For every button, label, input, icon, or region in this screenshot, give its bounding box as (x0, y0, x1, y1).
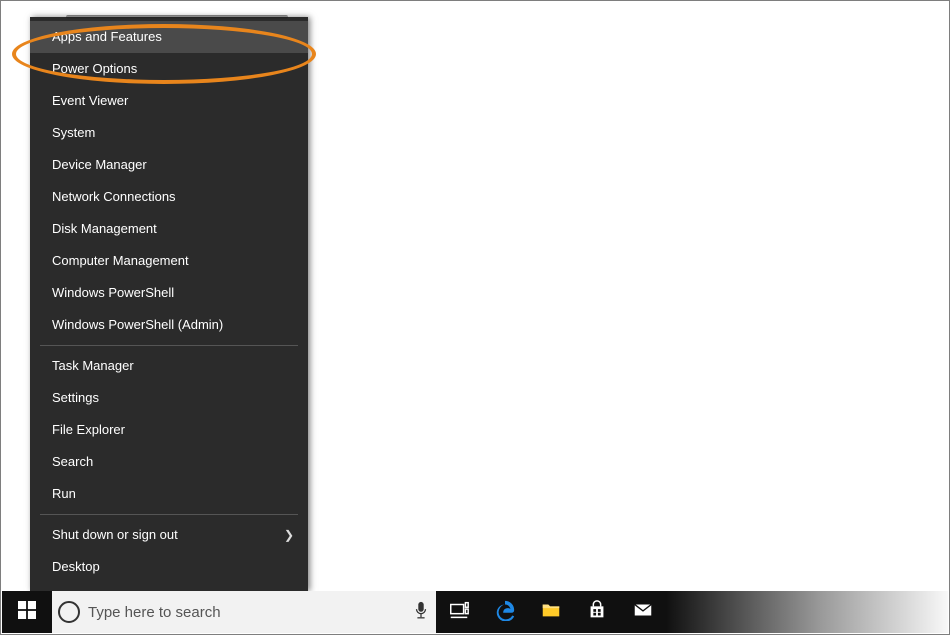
menu-item-label: Windows PowerShell (Admin) (52, 317, 223, 332)
task-view-icon (448, 599, 470, 626)
menu-item-label: Event Viewer (52, 93, 128, 108)
menu-item-apps-and-features[interactable]: Apps and Features (30, 21, 308, 53)
taskbar-pinned-apps (436, 591, 666, 633)
edge-icon (494, 599, 516, 626)
menu-separator (40, 514, 298, 515)
menu-item-label: Power Options (52, 61, 137, 76)
menu-item-disk-management[interactable]: Disk Management (30, 213, 308, 245)
menu-item-task-manager[interactable]: Task Manager (30, 350, 308, 382)
menu-top-shadow (66, 15, 288, 19)
folder-icon (540, 599, 562, 626)
menu-item-network-connections[interactable]: Network Connections (30, 181, 308, 213)
menu-item-event-viewer[interactable]: Event Viewer (30, 85, 308, 117)
chevron-right-icon: ❯ (284, 519, 294, 551)
menu-item-label: Computer Management (52, 253, 189, 268)
menu-item-search[interactable]: Search (30, 446, 308, 478)
menu-item-windows-powershell[interactable]: Windows PowerShell (30, 277, 308, 309)
microphone-icon[interactable] (414, 601, 428, 624)
task-view-button[interactable] (436, 591, 482, 633)
menu-item-label: Network Connections (52, 189, 176, 204)
menu-item-settings[interactable]: Settings (30, 382, 308, 414)
menu-item-windows-powershell-admin[interactable]: Windows PowerShell (Admin) (30, 309, 308, 341)
menu-item-label: Disk Management (52, 221, 157, 236)
cortana-icon (58, 601, 80, 623)
taskbar-fade (666, 591, 948, 633)
menu-item-shut-down-or-sign-out[interactable]: Shut down or sign out ❯ (30, 519, 308, 551)
menu-item-file-explorer[interactable]: File Explorer (30, 414, 308, 446)
mail-button[interactable] (620, 591, 666, 633)
menu-item-label: System (52, 125, 95, 140)
store-button[interactable] (574, 591, 620, 633)
menu-item-power-options[interactable]: Power Options (30, 53, 308, 85)
mail-icon (632, 599, 654, 626)
taskbar: Type here to search (2, 591, 948, 633)
menu-item-label: Task Manager (52, 358, 134, 373)
menu-item-desktop[interactable]: Desktop (30, 551, 308, 583)
start-button[interactable] (2, 591, 52, 633)
search-placeholder-text: Type here to search (88, 604, 406, 621)
menu-item-label: Device Manager (52, 157, 147, 172)
menu-item-label: File Explorer (52, 422, 125, 437)
menu-item-label: Search (52, 454, 93, 469)
winx-menu: Apps and Features Power Options Event Vi… (30, 17, 308, 591)
menu-item-label: Desktop (52, 559, 100, 574)
menu-item-label: Windows PowerShell (52, 285, 174, 300)
menu-item-device-manager[interactable]: Device Manager (30, 149, 308, 181)
menu-separator (40, 345, 298, 346)
menu-item-computer-management[interactable]: Computer Management (30, 245, 308, 277)
store-icon (586, 599, 608, 626)
menu-item-run[interactable]: Run (30, 478, 308, 510)
taskbar-search-box[interactable]: Type here to search (52, 591, 436, 633)
menu-item-label: Settings (52, 390, 99, 405)
menu-item-system[interactable]: System (30, 117, 308, 149)
menu-item-label: Apps and Features (52, 29, 162, 44)
menu-item-label: Shut down or sign out (52, 527, 178, 542)
menu-item-label: Run (52, 486, 76, 501)
windows-logo-icon (18, 601, 36, 624)
file-explorer-button[interactable] (528, 591, 574, 633)
edge-button[interactable] (482, 591, 528, 633)
